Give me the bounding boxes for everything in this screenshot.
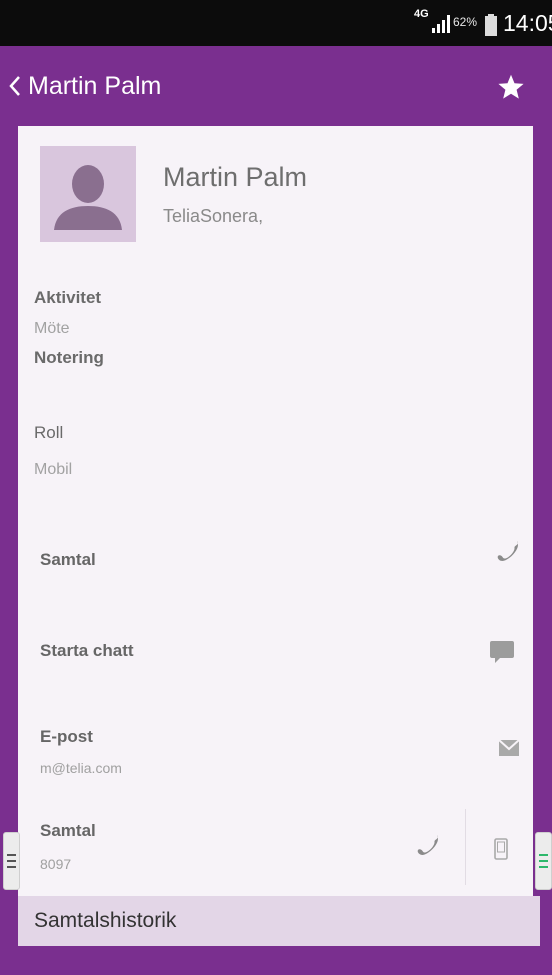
start-chat-label: Starta chatt bbox=[40, 641, 134, 661]
network-type-text: 4G bbox=[414, 8, 429, 20]
email-address: m@telia.com bbox=[40, 760, 122, 776]
call-history-label: Samtalshistorik bbox=[34, 909, 176, 933]
handle-line bbox=[7, 860, 16, 862]
network-type: 4G bbox=[414, 9, 429, 19]
app-bar: Martin Palm bbox=[0, 46, 552, 126]
activity-label: Aktivitet bbox=[34, 288, 101, 308]
signal-icon bbox=[431, 14, 453, 34]
handle-line bbox=[539, 866, 548, 868]
status-bar: 4G 62% 14:05 bbox=[0, 0, 552, 46]
left-drawer-handle[interactable] bbox=[3, 832, 20, 890]
action-divider bbox=[465, 809, 466, 885]
mobile-icon[interactable] bbox=[494, 838, 508, 860]
battery-icon bbox=[485, 14, 497, 36]
handle-line bbox=[539, 860, 548, 862]
favorite-star-icon[interactable] bbox=[497, 73, 525, 101]
call-extension-number: 8097 bbox=[40, 856, 71, 872]
phone-icon[interactable] bbox=[416, 833, 440, 857]
role-value: Mobil bbox=[34, 461, 72, 479]
battery-percent: 62% bbox=[453, 15, 477, 29]
app-bar-title[interactable]: Martin Palm bbox=[28, 72, 161, 101]
person-silhouette-icon bbox=[40, 146, 136, 242]
avatar bbox=[40, 146, 136, 242]
clock: 14:05 bbox=[503, 10, 552, 37]
contact-company: TeliaSonera, bbox=[163, 206, 263, 227]
handle-line bbox=[539, 854, 548, 856]
mail-icon[interactable] bbox=[499, 740, 519, 756]
call-label: Samtal bbox=[40, 550, 96, 570]
note-label: Notering bbox=[34, 348, 104, 368]
contact-card: Martin Palm TeliaSonera, Aktivitet Möte … bbox=[18, 126, 533, 896]
contact-name: Martin Palm bbox=[163, 162, 307, 193]
right-drawer-handle[interactable] bbox=[535, 832, 552, 890]
handle-line bbox=[7, 866, 16, 868]
chat-icon[interactable] bbox=[489, 639, 515, 665]
call-extension-label: Samtal bbox=[40, 821, 96, 841]
role-label: Roll bbox=[34, 423, 63, 443]
email-row[interactable] bbox=[18, 709, 533, 789]
activity-value: Möte bbox=[34, 320, 70, 338]
handle-line bbox=[7, 854, 16, 856]
call-history-bar[interactable]: Samtalshistorik bbox=[18, 896, 540, 946]
back-chevron-icon[interactable] bbox=[8, 75, 22, 97]
email-label: E-post bbox=[40, 727, 93, 747]
phone-icon[interactable] bbox=[496, 539, 520, 563]
